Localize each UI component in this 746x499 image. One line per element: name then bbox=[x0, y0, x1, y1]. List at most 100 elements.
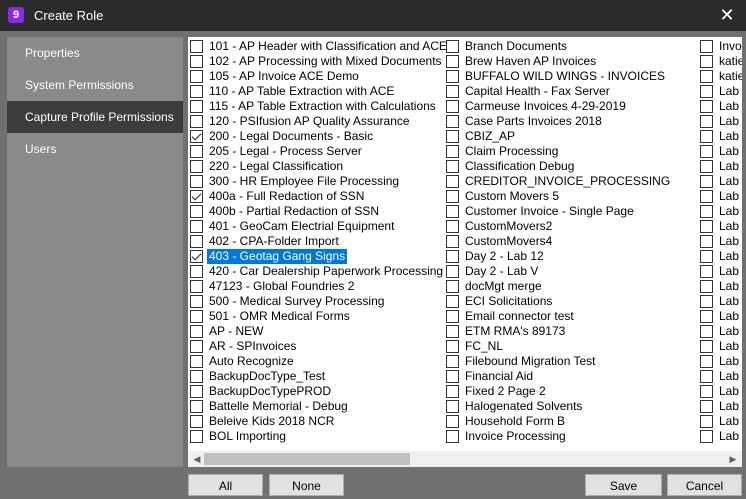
list-item[interactable]: 501 - OMR Medical Forms bbox=[190, 309, 444, 324]
checkbox[interactable] bbox=[700, 190, 713, 203]
list-item[interactable]: 500 - Medical Survey Processing bbox=[190, 294, 444, 309]
close-icon[interactable]: ✕ bbox=[718, 6, 736, 24]
list-item[interactable]: Lab bbox=[700, 414, 742, 429]
list-item[interactable]: 402 - CPA-Folder Import bbox=[190, 234, 444, 249]
checkbox[interactable] bbox=[446, 415, 459, 428]
checkbox[interactable] bbox=[190, 430, 203, 443]
list-item[interactable]: Filebound Migration Test bbox=[446, 354, 696, 369]
checkbox[interactable] bbox=[700, 235, 713, 248]
list-item[interactable]: ECI Solicitations bbox=[446, 294, 696, 309]
list-item[interactable]: Lab bbox=[700, 204, 742, 219]
checkbox[interactable] bbox=[700, 280, 713, 293]
checkbox[interactable] bbox=[700, 295, 713, 308]
list-item[interactable]: Lab bbox=[700, 144, 742, 159]
list-item[interactable]: 102 - AP Processing with Mixed Documents bbox=[190, 54, 444, 69]
checkbox[interactable] bbox=[446, 205, 459, 218]
checkbox[interactable] bbox=[190, 55, 203, 68]
list-item[interactable]: 115 - AP Table Extraction with Calculati… bbox=[190, 99, 444, 114]
checkbox[interactable] bbox=[700, 400, 713, 413]
checkbox[interactable] bbox=[446, 265, 459, 278]
list-item[interactable]: BOL Importing bbox=[190, 429, 444, 444]
checkbox[interactable] bbox=[700, 115, 713, 128]
sidebar-item-system-permissions[interactable]: System Permissions bbox=[7, 69, 183, 101]
checkbox[interactable] bbox=[190, 175, 203, 188]
list-item[interactable]: BackupDocTypePROD bbox=[190, 384, 444, 399]
list-item[interactable]: Lab bbox=[700, 249, 742, 264]
list-item[interactable]: Classification Debug bbox=[446, 159, 696, 174]
list-item[interactable]: 105 - AP Invoice ACE Demo bbox=[190, 69, 444, 84]
list-item[interactable]: Financial Aid bbox=[446, 369, 696, 384]
checkbox[interactable] bbox=[446, 160, 459, 173]
scroll-left-icon[interactable]: ◀ bbox=[190, 453, 204, 465]
list-item[interactable]: BUFFALO WILD WINGS - INVOICES bbox=[446, 69, 696, 84]
checkbox[interactable] bbox=[446, 130, 459, 143]
checkbox[interactable] bbox=[190, 40, 203, 53]
list-item[interactable]: Halogenated Solvents bbox=[446, 399, 696, 414]
list-item[interactable]: 120 - PSIfusion AP Quality Assurance bbox=[190, 114, 444, 129]
list-item[interactable]: Lab bbox=[700, 264, 742, 279]
list-item[interactable]: Capital Health - Fax Server bbox=[446, 84, 696, 99]
checkbox[interactable] bbox=[700, 310, 713, 323]
list-item[interactable]: 200 - Legal Documents - Basic bbox=[190, 129, 444, 144]
checkbox[interactable] bbox=[190, 115, 203, 128]
list-item[interactable]: Lab bbox=[700, 159, 742, 174]
checkbox[interactable] bbox=[700, 205, 713, 218]
select-none-button[interactable]: None bbox=[269, 474, 344, 496]
checkbox[interactable] bbox=[190, 415, 203, 428]
scroll-right-icon[interactable]: ▶ bbox=[726, 453, 740, 465]
checkbox[interactable] bbox=[446, 355, 459, 368]
checkbox[interactable] bbox=[446, 235, 459, 248]
checkbox[interactable] bbox=[700, 145, 713, 158]
sidebar-item-users[interactable]: Users bbox=[7, 133, 183, 165]
list-item[interactable]: 400a - Full Redaction of SSN bbox=[190, 189, 444, 204]
list-item[interactable]: CustomMovers2 bbox=[446, 219, 696, 234]
list-item[interactable]: Lab bbox=[700, 384, 742, 399]
checkbox[interactable] bbox=[190, 145, 203, 158]
checkbox[interactable] bbox=[190, 160, 203, 173]
list-item[interactable]: Lab bbox=[700, 114, 742, 129]
checkbox[interactable] bbox=[190, 295, 203, 308]
list-item[interactable]: 300 - HR Employee File Processing bbox=[190, 174, 444, 189]
select-all-button[interactable]: All bbox=[188, 474, 263, 496]
checkbox[interactable] bbox=[190, 100, 203, 113]
checkbox[interactable] bbox=[446, 100, 459, 113]
list-item[interactable]: Invo bbox=[700, 39, 742, 54]
checkbox[interactable] bbox=[446, 280, 459, 293]
list-item[interactable]: Lab bbox=[700, 324, 742, 339]
list-item[interactable]: Lab bbox=[700, 339, 742, 354]
list-item[interactable]: 420 - Car Dealership Paperwork Processin… bbox=[190, 264, 444, 279]
list-item[interactable]: 220 - Legal Classification bbox=[190, 159, 444, 174]
list-item[interactable]: Household Form B bbox=[446, 414, 696, 429]
checkbox[interactable] bbox=[190, 250, 203, 263]
list-item[interactable]: CBIZ_AP bbox=[446, 129, 696, 144]
checkbox[interactable] bbox=[700, 250, 713, 263]
checkbox[interactable] bbox=[700, 430, 713, 443]
checkbox[interactable] bbox=[446, 190, 459, 203]
checkbox[interactable] bbox=[700, 100, 713, 113]
list-item[interactable]: CustomMovers4 bbox=[446, 234, 696, 249]
list-item[interactable]: AR - SPInvoices bbox=[190, 339, 444, 354]
list-item[interactable]: 101 - AP Header with Classification and … bbox=[190, 39, 447, 54]
checkbox[interactable] bbox=[446, 430, 459, 443]
capture-profile-list[interactable]: 101 - AP Header with Classification and … bbox=[188, 37, 742, 451]
checkbox[interactable] bbox=[700, 130, 713, 143]
checkbox[interactable] bbox=[700, 355, 713, 368]
sidebar-item-capture-profile-permissions[interactable]: Capture Profile Permissions bbox=[7, 101, 183, 133]
checkbox[interactable] bbox=[446, 400, 459, 413]
list-item[interactable]: Carmeuse Invoices 4-29-2019 bbox=[446, 99, 696, 114]
list-item[interactable]: ETM RMA's 89173 bbox=[446, 324, 696, 339]
checkbox[interactable] bbox=[700, 175, 713, 188]
checkbox[interactable] bbox=[700, 160, 713, 173]
list-item[interactable]: Customer Invoice - Single Page bbox=[446, 204, 696, 219]
checkbox[interactable] bbox=[446, 325, 459, 338]
checkbox[interactable] bbox=[700, 340, 713, 353]
checkbox[interactable] bbox=[700, 40, 713, 53]
list-item[interactable]: Lab bbox=[700, 219, 742, 234]
list-item[interactable]: Lab bbox=[700, 129, 742, 144]
list-item[interactable]: Lab bbox=[700, 369, 742, 384]
checkbox[interactable] bbox=[190, 355, 203, 368]
checkbox[interactable] bbox=[446, 370, 459, 383]
list-item[interactable]: Battelle Memorial - Debug bbox=[190, 399, 444, 414]
list-item[interactable]: Claim Processing bbox=[446, 144, 696, 159]
list-item[interactable]: Fixed 2 Page 2 bbox=[446, 384, 696, 399]
